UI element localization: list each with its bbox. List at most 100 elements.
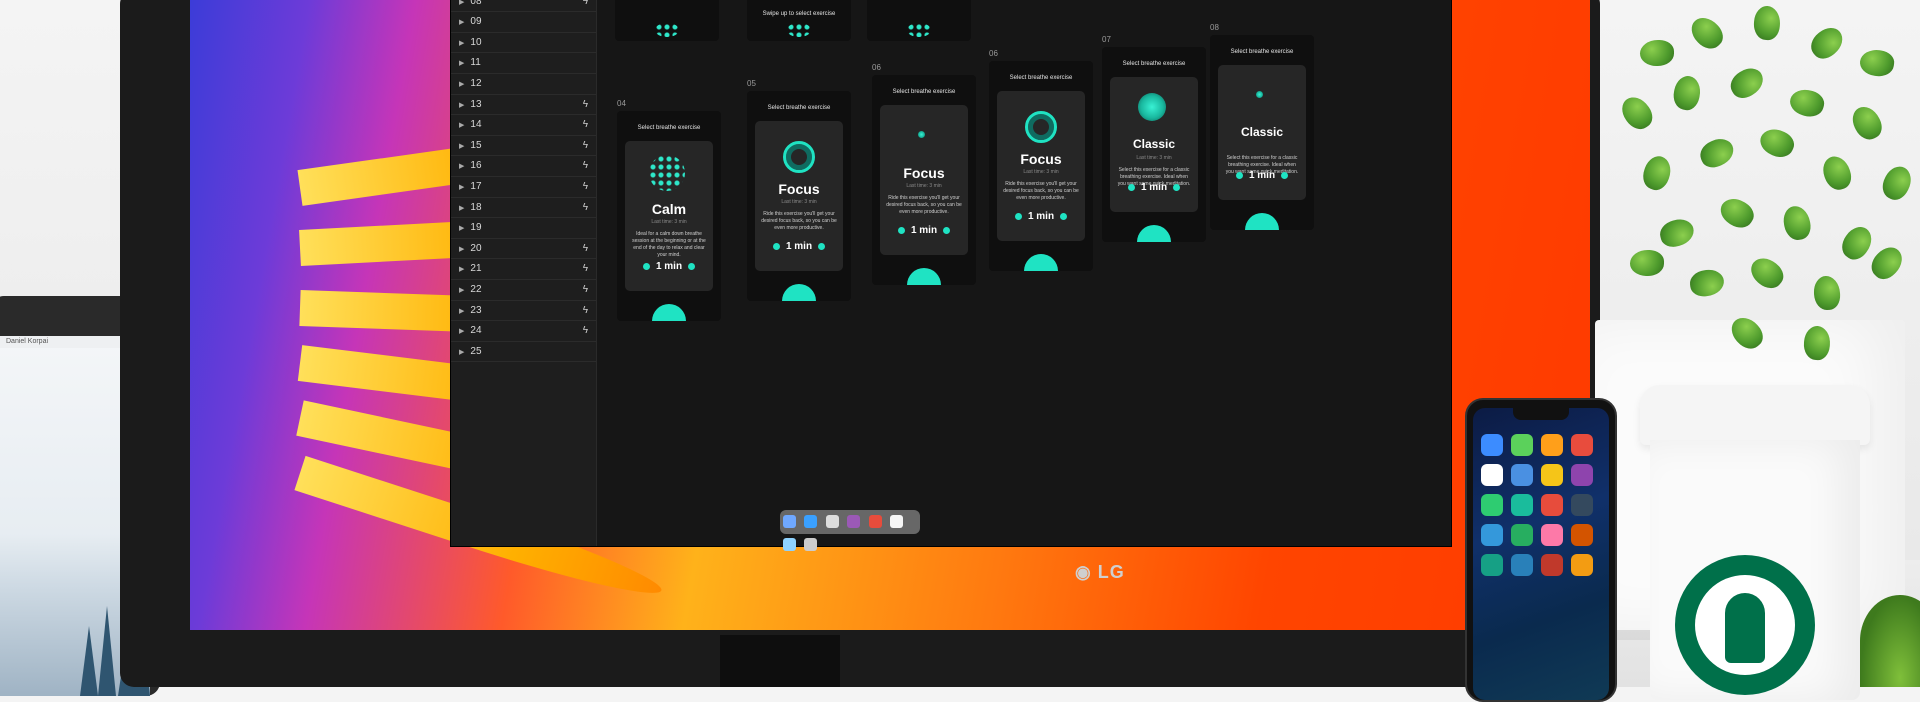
exercise-card[interactable]: Calm Last time: 3 min Ideal for a calm dow…: [625, 141, 713, 291]
decrease-icon[interactable]: [642, 262, 650, 270]
app-icon[interactable]: [1481, 494, 1503, 516]
safari-icon[interactable]: [804, 515, 818, 528]
layer-row[interactable]: ▶ 24 ϟ: [451, 321, 596, 342]
layer-row[interactable]: ▶ 08 ϟ: [451, 0, 596, 13]
app-icon[interactable]: [1511, 494, 1533, 516]
launchpad-icon[interactable]: [825, 515, 839, 528]
layer-row[interactable]: ▶ 18 ϟ: [451, 198, 596, 219]
layer-row[interactable]: ▶ 14 ϟ: [451, 115, 596, 136]
duration-control[interactable]: 1 min: [625, 261, 713, 272]
disclosure-triangle-icon[interactable]: ▶: [459, 81, 464, 88]
app-icon[interactable]: [1481, 464, 1503, 486]
duration-control[interactable]: 1 min: [1110, 182, 1198, 193]
app-icon[interactable]: [1571, 434, 1593, 456]
artboard[interactable]: Select breathe exercise Calm Last time: 3 …: [617, 111, 721, 321]
exercise-card[interactable]: Focus Last time: 3 min Ride this exercise …: [880, 105, 968, 255]
app-icon[interactable]: [1541, 554, 1563, 576]
decrease-icon[interactable]: [772, 242, 780, 250]
disclosure-triangle-icon[interactable]: ▶: [459, 19, 464, 26]
app-icon[interactable]: [1571, 524, 1593, 546]
layer-row[interactable]: ▶ 25: [451, 342, 596, 363]
app-icon[interactable]: [1541, 524, 1563, 546]
increase-icon[interactable]: [818, 242, 826, 250]
app-icon[interactable]: [868, 515, 882, 528]
disclosure-triangle-icon[interactable]: ▶: [459, 163, 464, 170]
layer-row[interactable]: ▶ 17 ϟ: [451, 177, 596, 198]
app-icon[interactable]: [1571, 464, 1593, 486]
layer-row[interactable]: ▶ 22 ϟ: [451, 280, 596, 301]
app-icon[interactable]: [1571, 494, 1593, 516]
artboard[interactable]: Select breathe exercise Focus Last time: 3…: [747, 91, 851, 301]
artboard-top[interactable]: [615, 0, 719, 41]
layer-row[interactable]: ▶ 23 ϟ: [451, 301, 596, 322]
decrease-icon[interactable]: [897, 226, 905, 234]
duration-control[interactable]: 1 min: [880, 225, 968, 236]
disclosure-triangle-icon[interactable]: ▶: [459, 0, 464, 6]
exercise-card[interactable]: Classic Last time: 3 min Select this exerc…: [1110, 77, 1198, 212]
app-icon[interactable]: [1481, 554, 1503, 576]
duration-control[interactable]: 1 min: [1218, 170, 1306, 181]
app-icon[interactable]: [1541, 494, 1563, 516]
duration-control[interactable]: 1 min: [755, 241, 843, 252]
increase-icon[interactable]: [688, 262, 696, 270]
disclosure-triangle-icon[interactable]: ▶: [459, 205, 464, 212]
disclosure-triangle-icon[interactable]: ▶: [459, 143, 464, 150]
app-icon[interactable]: [1511, 524, 1533, 546]
layer-row[interactable]: ▶ 11: [451, 53, 596, 74]
disclosure-triangle-icon[interactable]: ▶: [459, 308, 464, 315]
finder-icon[interactable]: [783, 515, 796, 528]
disclosure-triangle-icon[interactable]: ▶: [459, 184, 464, 191]
app-icon[interactable]: [1541, 434, 1563, 456]
disclosure-triangle-icon[interactable]: ▶: [459, 60, 464, 67]
increase-icon[interactable]: [1173, 183, 1181, 191]
layer-row[interactable]: ▶ 19: [451, 218, 596, 239]
artboard-top[interactable]: [867, 0, 971, 41]
duration-control[interactable]: 1 min: [997, 211, 1085, 222]
trash-icon[interactable]: [804, 538, 818, 551]
app-icon[interactable]: [1571, 554, 1593, 576]
artboard[interactable]: Select breathe exercise Focus Last time: 3…: [872, 75, 976, 285]
leaf-icon: [1685, 11, 1729, 55]
disclosure-triangle-icon[interactable]: ▶: [459, 266, 464, 273]
disclosure-triangle-icon[interactable]: ▶: [459, 122, 464, 129]
increase-icon[interactable]: [1060, 212, 1068, 220]
decrease-icon[interactable]: [1235, 171, 1243, 179]
app-icon[interactable]: [1511, 554, 1533, 576]
layer-label: 13: [470, 98, 482, 110]
disclosure-triangle-icon[interactable]: ▶: [459, 349, 464, 356]
exercise-card[interactable]: Classic Select this exercise for a classi…: [1218, 65, 1306, 200]
app-icon[interactable]: [1481, 434, 1503, 456]
disclosure-triangle-icon[interactable]: ▶: [459, 328, 464, 335]
app-icon[interactable]: [1511, 464, 1533, 486]
layer-row[interactable]: ▶ 12: [451, 74, 596, 95]
artboard[interactable]: Select breathe exercise Classic Select thi…: [1210, 35, 1314, 230]
macos-dock[interactable]: [780, 510, 920, 551]
artboard[interactable]: Select breathe exercise Focus Last time: 3…: [989, 61, 1093, 271]
disclosure-triangle-icon[interactable]: ▶: [459, 246, 464, 253]
layer-row[interactable]: ▶ 15 ϟ: [451, 136, 596, 157]
layer-row[interactable]: ▶ 20 ϟ: [451, 239, 596, 260]
layer-row[interactable]: ▶ 16 ϟ: [451, 156, 596, 177]
decrease-icon[interactable]: [1127, 183, 1135, 191]
artboard[interactable]: Select breathe exercise Classic Last time:…: [1102, 47, 1206, 242]
increase-icon[interactable]: [943, 226, 951, 234]
disclosure-triangle-icon[interactable]: ▶: [459, 287, 464, 294]
layer-row[interactable]: ▶ 10: [451, 33, 596, 54]
decrease-icon[interactable]: [1014, 212, 1022, 220]
layer-row[interactable]: ▶ 21 ϟ: [451, 259, 596, 280]
exercise-card[interactable]: Focus Last time: 3 min Ride this exercise …: [755, 121, 843, 271]
app-icon[interactable]: [890, 515, 904, 528]
app-icon[interactable]: [847, 515, 861, 528]
folder-icon[interactable]: [783, 538, 796, 551]
increase-icon[interactable]: [1281, 171, 1289, 179]
app-icon[interactable]: [1481, 524, 1503, 546]
disclosure-triangle-icon[interactable]: ▶: [459, 225, 464, 232]
layer-row[interactable]: ▶ 13 ϟ: [451, 95, 596, 116]
disclosure-triangle-icon[interactable]: ▶: [459, 40, 464, 47]
app-icon[interactable]: [1511, 434, 1533, 456]
exercise-card[interactable]: Focus Last time: 3 min Ride this exercise …: [997, 91, 1085, 241]
app-icon[interactable]: [1541, 464, 1563, 486]
disclosure-triangle-icon[interactable]: ▶: [459, 102, 464, 109]
artboard-top[interactable]: Swipe up to select exercise: [747, 0, 851, 41]
layer-row[interactable]: ▶ 09: [451, 12, 596, 33]
